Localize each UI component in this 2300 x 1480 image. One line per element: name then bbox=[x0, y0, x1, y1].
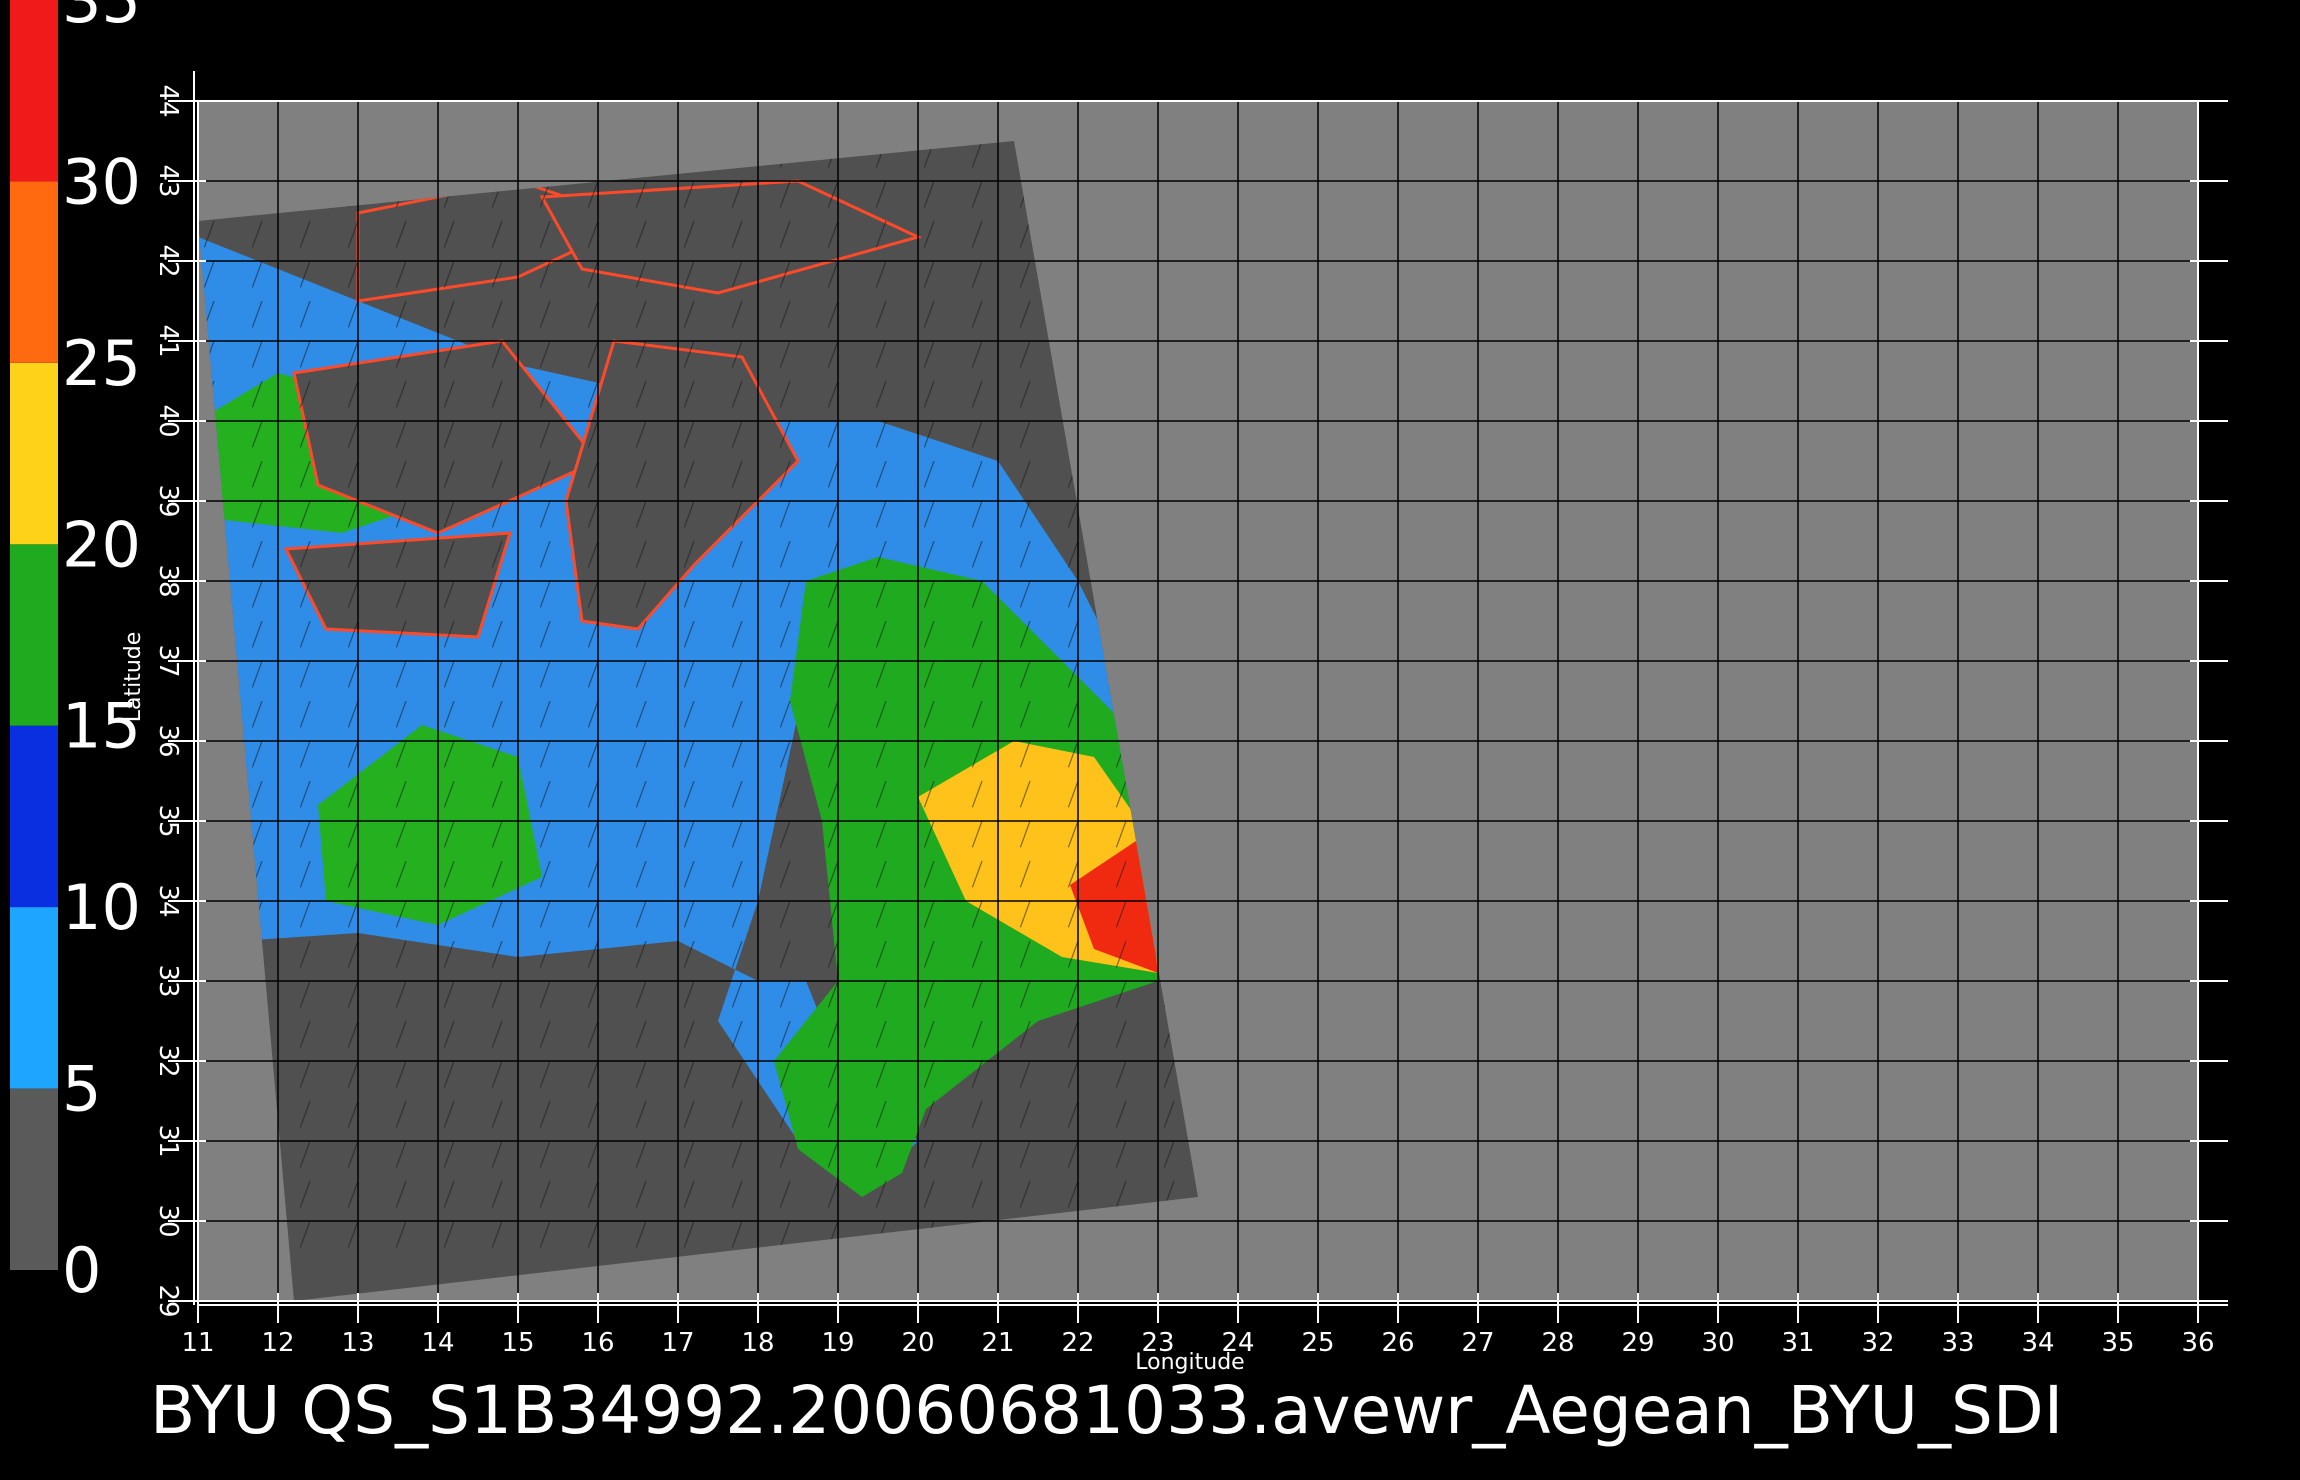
y-tick-label: 29 bbox=[153, 1284, 183, 1317]
y-tick-label: 30 bbox=[153, 1204, 183, 1237]
colorbar-band bbox=[10, 362, 58, 545]
x-tick-label: 36 bbox=[2181, 1328, 2214, 1358]
y-tick-label: 39 bbox=[153, 484, 183, 517]
x-tick-label: 15 bbox=[501, 1328, 534, 1358]
x-tick-label: 12 bbox=[261, 1328, 294, 1358]
y-tick-label: 38 bbox=[153, 564, 183, 597]
x-tick-label: 16 bbox=[581, 1328, 614, 1358]
x-tick-label: 17 bbox=[661, 1328, 694, 1358]
colorbar-band bbox=[10, 181, 58, 363]
x-tick-label: 35 bbox=[2101, 1328, 2134, 1358]
x-tick-label: 25 bbox=[1301, 1328, 1334, 1358]
x-tick-label: 34 bbox=[2021, 1328, 2054, 1358]
colorbar-band bbox=[10, 907, 58, 1089]
x-tick-label: 11 bbox=[181, 1328, 214, 1358]
colorbar-band bbox=[10, 544, 58, 726]
y-tick-label: 31 bbox=[153, 1124, 183, 1157]
colorbar bbox=[10, 0, 58, 1270]
x-tick-label: 20 bbox=[901, 1328, 934, 1358]
y-tick-label: 33 bbox=[153, 964, 183, 997]
y-tick-label: 36 bbox=[153, 724, 183, 757]
x-tick-label: 26 bbox=[1381, 1328, 1414, 1358]
y-tick-label: 32 bbox=[153, 1044, 183, 1077]
x-tick-label: 28 bbox=[1541, 1328, 1574, 1358]
y-tick-label: 43 bbox=[153, 164, 183, 197]
x-tick-label: 19 bbox=[821, 1328, 854, 1358]
colorbar-band bbox=[10, 1088, 58, 1270]
x-tick-label: 13 bbox=[341, 1328, 374, 1358]
colorbar-tick-label: 25 bbox=[62, 327, 141, 400]
colorbar-tick-label: 20 bbox=[62, 508, 141, 581]
y-tick-label: 34 bbox=[153, 884, 183, 917]
x-tick-label: 14 bbox=[421, 1328, 454, 1358]
x-tick-label: 33 bbox=[1941, 1328, 1974, 1358]
y-axis-title: Latitude bbox=[121, 632, 146, 723]
x-tick-label: 22 bbox=[1061, 1328, 1094, 1358]
x-tick-label: 21 bbox=[981, 1328, 1014, 1358]
x-tick-label: 32 bbox=[1861, 1328, 1894, 1358]
footer-title: BYU QS_S1B34992.20060681033.avewr_Aegean… bbox=[150, 1372, 2063, 1449]
x-tick-label: 18 bbox=[741, 1328, 774, 1358]
y-tick-label: 44 bbox=[153, 84, 183, 117]
colorbar-tick-label: 0 bbox=[62, 1234, 101, 1307]
wind-chart: 05101520253035 11 12 13 14 15 16 17 18 19 20 21 22 2… bbox=[0, 0, 2300, 1480]
x-tick-label: 31 bbox=[1781, 1328, 1814, 1358]
y-tick-label: 37 bbox=[153, 644, 183, 677]
y-tick-label: 35 bbox=[153, 804, 183, 837]
x-tick-label: 30 bbox=[1701, 1328, 1734, 1358]
y-tick-label: 41 bbox=[153, 324, 183, 357]
colorbar-band bbox=[10, 0, 58, 182]
colorbar-tick-label: 35 bbox=[62, 0, 141, 37]
colorbar-band bbox=[10, 725, 58, 908]
x-tick-label: 27 bbox=[1461, 1328, 1494, 1358]
x-tick-label: 29 bbox=[1621, 1328, 1654, 1358]
colorbar-tick-label: 10 bbox=[62, 871, 141, 944]
colorbar-tick-label: 5 bbox=[62, 1053, 101, 1126]
y-tick-label: 42 bbox=[153, 244, 183, 277]
y-tick-label: 40 bbox=[153, 404, 183, 437]
colorbar-tick-label: 30 bbox=[62, 145, 141, 218]
